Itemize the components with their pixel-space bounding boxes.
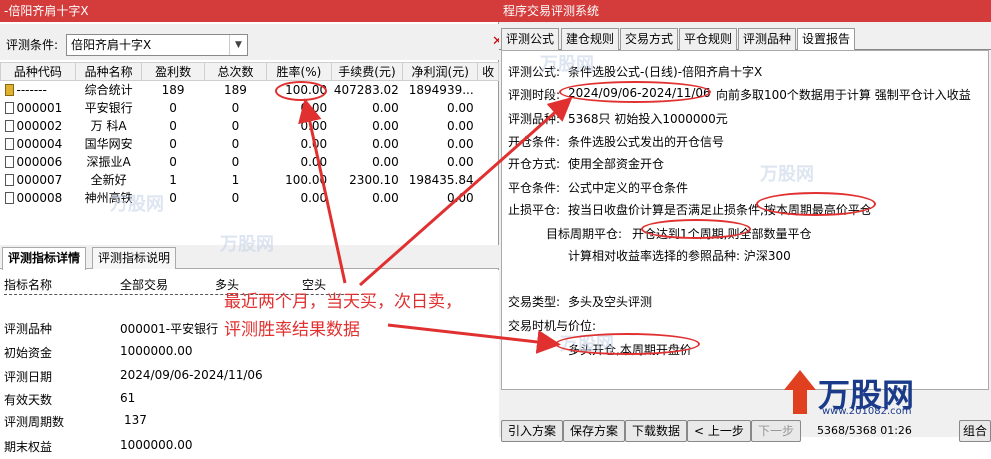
brand-logo: 万股网 www.201082.com xyxy=(780,368,980,418)
annotation-line-1: 最近两个月，当天买，次日卖， xyxy=(224,292,462,312)
detail-row-value: 1000000.00 xyxy=(120,438,193,452)
detail-row-label: 期末权益 xyxy=(4,440,53,454)
arrow-up-icon xyxy=(784,370,816,414)
annotation-line-2: 评测胜率结果数据 xyxy=(224,320,360,340)
brand-logo-url: www.201082.com xyxy=(822,406,912,417)
